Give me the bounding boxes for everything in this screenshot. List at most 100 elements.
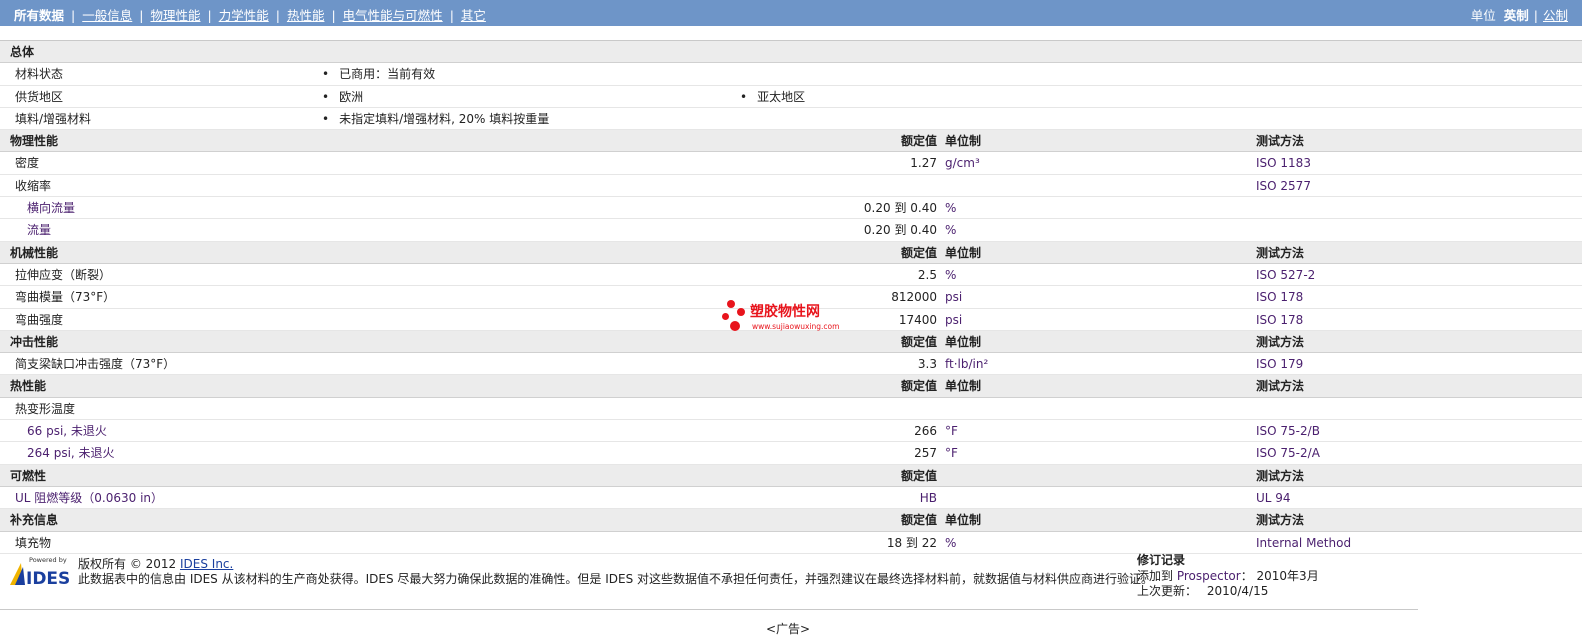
unit-english[interactable]: 英制 bbox=[1504, 8, 1529, 23]
ides-link[interactable]: IDES Inc. bbox=[180, 557, 233, 571]
section-header: 总体 bbox=[0, 41, 1582, 64]
svg-text:Powered by: Powered by bbox=[29, 556, 67, 564]
property-label: 横向流量 bbox=[27, 201, 76, 216]
revision-history: 修订记录 添加到 Prospector： 2010年3月 上次更新： 2010/… bbox=[1137, 553, 1319, 600]
test-method[interactable]: ISO 178 bbox=[1256, 290, 1303, 304]
section-header: 机械性能 额定值 单位制 测试方法 bbox=[0, 241, 1582, 264]
section-header: 补充信息 额定值 单位制 测试方法 bbox=[0, 509, 1582, 532]
test-method[interactable]: UL 94 bbox=[1256, 491, 1291, 505]
nominal-value: 1.27 bbox=[910, 156, 937, 171]
info-label: 填料/增强材料 bbox=[15, 111, 92, 126]
nominal-header: 额定值 bbox=[900, 513, 937, 528]
unit-value: % bbox=[945, 267, 957, 282]
property-label: 流量 bbox=[27, 223, 52, 238]
unit-value: psi bbox=[945, 312, 963, 327]
info-value: 欧洲 bbox=[322, 90, 363, 104]
unit-value: g/cm³ bbox=[945, 156, 980, 171]
footer-divider bbox=[0, 609, 1418, 610]
nominal-value: 257 bbox=[914, 446, 937, 461]
revision-title: 修订记录 bbox=[1137, 553, 1186, 567]
nominal-value: 0.20 到 0.40 bbox=[863, 223, 937, 238]
test-method[interactable]: ISO 178 bbox=[1256, 313, 1303, 327]
section-header: 物理性能 额定值 单位制 测试方法 bbox=[0, 130, 1582, 153]
tab-other[interactable]: 其它 bbox=[461, 8, 486, 23]
unit-header: 单位制 bbox=[945, 245, 982, 260]
test-method-header: 测试方法 bbox=[1256, 379, 1305, 394]
unit-value: °F bbox=[945, 424, 958, 439]
property-label: 弯曲模量（73°F） bbox=[15, 290, 116, 305]
test-method-header: 测试方法 bbox=[1256, 134, 1305, 149]
property-label: 热变形温度 bbox=[15, 401, 76, 416]
test-method[interactable]: ISO 527-2 bbox=[1256, 268, 1315, 282]
info-row: 材料状态 已商用：当前有效 bbox=[0, 63, 1582, 86]
sub-property-row: 横向流量 0.20 到 0.40% bbox=[0, 197, 1582, 220]
test-method[interactable]: ISO 75-2/A bbox=[1256, 446, 1320, 460]
unit-value: % bbox=[945, 223, 957, 238]
nominal-header: 额定值 bbox=[900, 134, 937, 149]
info-label: 供货地区 bbox=[15, 89, 64, 104]
property-label: 弯曲强度 bbox=[15, 312, 64, 327]
tab-thermal[interactable]: 热性能 bbox=[287, 8, 325, 23]
info-row: 填料/增强材料 未指定填料/增强材料, 20% 填料按重量 bbox=[0, 108, 1582, 131]
ides-logo[interactable]: Powered by IDES bbox=[9, 555, 70, 589]
property-row: 收缩率 ISO 2577 bbox=[0, 175, 1582, 198]
section-title: 机械性能 bbox=[10, 245, 59, 260]
disclaimer: 此数据表中的信息由 IDES 从该材料的生产商处获得。IDES 尽最大努力确保此… bbox=[78, 572, 1154, 586]
test-method[interactable]: ISO 2577 bbox=[1256, 179, 1311, 193]
tab-general-info[interactable]: 一般信息 bbox=[82, 8, 132, 23]
nominal-value: 17400 bbox=[898, 312, 937, 327]
last-updated: 上次更新： 2010/4/15 bbox=[1137, 584, 1269, 598]
unit-value: psi bbox=[945, 290, 963, 305]
tab-all-data[interactable]: 所有数据 bbox=[14, 8, 64, 23]
nominal-header: 额定值 bbox=[900, 334, 937, 349]
section-header: 可燃性 额定值 测试方法 bbox=[0, 464, 1582, 487]
unit-header: 单位制 bbox=[945, 334, 982, 349]
info-value: 亚太地区 bbox=[740, 90, 805, 104]
nominal-header: 额定值 bbox=[900, 379, 937, 394]
unit-switch: 单位 英制 | 公制 bbox=[1470, 8, 1568, 23]
svg-text:IDES: IDES bbox=[26, 569, 69, 587]
property-row: UL 阻燃等级（0.0630 in） HB UL 94 bbox=[0, 487, 1582, 510]
tab-physical[interactable]: 物理性能 bbox=[150, 8, 200, 23]
unit-value: ft·lb/in² bbox=[945, 357, 989, 372]
nominal-value: 266 bbox=[914, 424, 937, 439]
unit-value: °F bbox=[945, 446, 958, 461]
info-row: 供货地区 欧洲 亚太地区 bbox=[0, 86, 1582, 108]
added-to: 添加到 Prospector： 2010年3月 bbox=[1137, 568, 1319, 583]
property-label: 66 psi, 未退火 bbox=[27, 424, 107, 439]
test-method-header: 测试方法 bbox=[1256, 513, 1305, 528]
watermark-url: www.sujiaowuxing.com bbox=[752, 322, 840, 331]
test-method[interactable]: ISO 75-2/B bbox=[1256, 424, 1320, 438]
test-method[interactable]: ISO 179 bbox=[1256, 357, 1303, 371]
property-row: 简支梁缺口冲击强度（73°F） 3.3 ft·lb/in² ISO 179 bbox=[0, 353, 1582, 376]
sub-property-row: 流量 0.20 到 0.40% bbox=[0, 219, 1582, 242]
sub-property-row: 264 psi, 未退火 257 °F ISO 75-2/A bbox=[0, 442, 1582, 465]
property-label: 简支梁缺口冲击强度（73°F） bbox=[15, 357, 176, 372]
top-navigation-bar: 所有数据 | 一般信息 | 物理性能 | 力学性能 | 热性能 | 电气性能与可燃性 | 其它 单位 英… bbox=[0, 0, 1582, 26]
info-value: 未指定填料/增强材料, 20% 填料按重量 bbox=[322, 112, 549, 126]
section-title: 热性能 bbox=[10, 379, 47, 394]
property-label: 拉伸应变（断裂） bbox=[15, 267, 112, 282]
info-value: 已商用：当前有效 bbox=[322, 67, 435, 81]
unit-metric[interactable]: 公制 bbox=[1543, 8, 1568, 23]
section-title: 补充信息 bbox=[10, 513, 59, 528]
units-label: 单位 bbox=[1470, 8, 1496, 23]
property-row: 拉伸应变（断裂） 2.5% ISO 527-2 bbox=[0, 264, 1582, 287]
section-tabs: 所有数据 | 一般信息 | 物理性能 | 力学性能 | 热性能 | 电气性能与可燃性 | 其它 bbox=[14, 8, 486, 23]
watermark-title: 塑胶物性网 bbox=[750, 304, 820, 320]
test-method-header: 测试方法 bbox=[1256, 245, 1305, 260]
ad-label: <广告> bbox=[766, 622, 811, 636]
section-title: 可燃性 bbox=[10, 468, 47, 483]
tab-mechanical[interactable]: 力学性能 bbox=[219, 8, 269, 23]
property-label: 264 psi, 未退火 bbox=[27, 446, 115, 461]
section-title: 物理性能 bbox=[10, 134, 59, 149]
unit-header: 单位制 bbox=[945, 513, 982, 528]
nominal-header: 额定值 bbox=[900, 468, 937, 483]
tab-electrical-flammability[interactable]: 电气性能与可燃性 bbox=[343, 8, 443, 23]
nominal-value: HB bbox=[919, 490, 937, 505]
test-method[interactable]: ISO 1183 bbox=[1256, 156, 1311, 170]
test-method-header: 测试方法 bbox=[1256, 468, 1305, 483]
footer: Powered by IDES 版权所有 © 2012 IDES Inc. 此数… bbox=[0, 548, 1582, 608]
nominal-value: 3.3 bbox=[917, 357, 937, 372]
test-method-header: 测试方法 bbox=[1256, 334, 1305, 349]
